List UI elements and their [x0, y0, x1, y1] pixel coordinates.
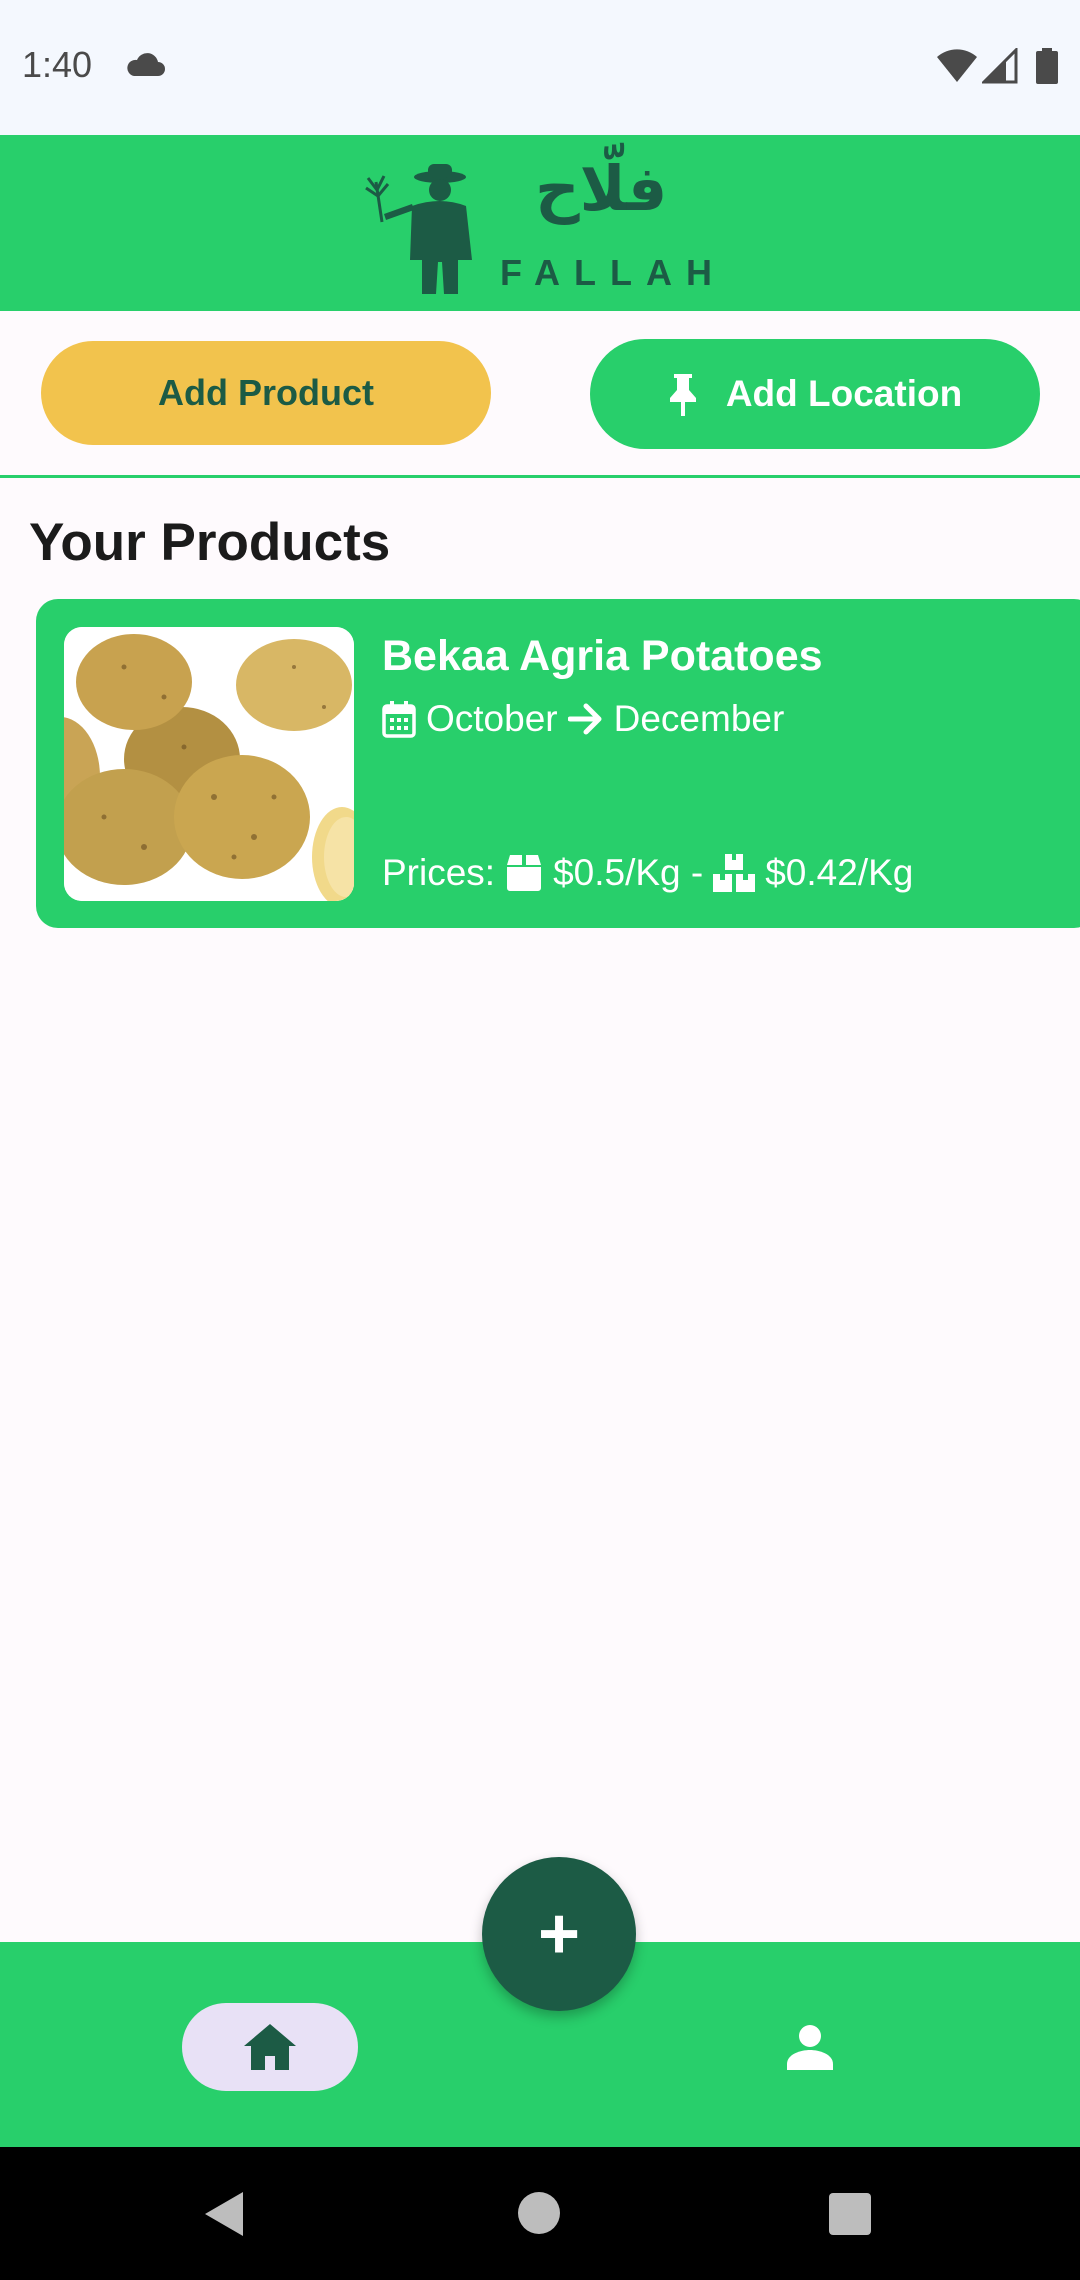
single-price: $0.5/Kg - — [553, 852, 704, 893]
add-product-label: Add Product — [158, 372, 374, 413]
header-divider — [0, 475, 1080, 478]
season-row: October December — [382, 698, 784, 740]
prices-label: Prices: — [382, 852, 496, 893]
product-name: Bekaa Agria Potatoes — [382, 632, 823, 680]
back-nav-icon[interactable] — [205, 2192, 245, 2236]
logo-text: FALLAH — [500, 252, 726, 293]
cloud-icon — [127, 53, 165, 76]
pin-icon — [669, 374, 696, 416]
product-image — [64, 627, 354, 901]
nav-home-tab[interactable] — [182, 2003, 358, 2091]
farmer-logo-icon — [365, 164, 472, 294]
add-fab-button[interactable]: + — [482, 1857, 636, 2011]
wifi-icon — [937, 49, 977, 82]
boxes-icon — [713, 854, 756, 892]
add-location-label: Add Location — [725, 373, 963, 414]
add-location-button[interactable]: Add Location — [590, 339, 1040, 449]
signal-icon — [982, 48, 1018, 84]
logo-arabic-text: فلّاح — [535, 152, 668, 225]
battery-icon — [1036, 48, 1058, 84]
season-start: October — [426, 698, 558, 739]
box-icon — [507, 855, 542, 891]
season-end: December — [613, 698, 785, 739]
bulk-price: $0.42/Kg — [765, 852, 914, 893]
home-icon — [244, 2024, 296, 2070]
home-nav-icon[interactable] — [518, 2192, 560, 2234]
arrow-right-icon — [567, 703, 602, 735]
section-title: Your Products — [29, 513, 391, 572]
recents-nav-icon[interactable] — [829, 2193, 871, 2235]
calendar-icon — [382, 701, 416, 738]
potatoes-image — [64, 627, 354, 901]
fab-plus-icon: + — [537, 1894, 581, 1974]
status-time: 1:40 — [22, 44, 93, 85]
add-product-button[interactable]: Add Product — [41, 341, 491, 445]
nav-profile-tab[interactable] — [760, 2003, 860, 2091]
price-row: Prices: $0.5/Kg - $0.42/Kg — [382, 852, 913, 894]
person-icon — [787, 2025, 833, 2070]
